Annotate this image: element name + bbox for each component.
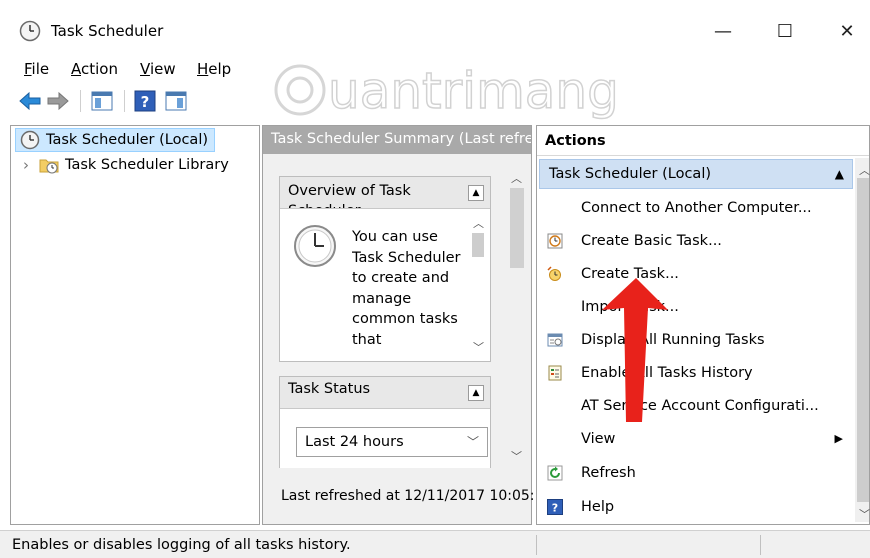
help-icon: ? [547,499,563,515]
status-divider [760,535,761,555]
scroll-down-arrow-icon[interactable]: ﹀ [859,506,870,522]
menu-action[interactable]: Action [71,60,118,78]
actions-header: Actions [537,126,869,156]
actions-scrollbar-thumb[interactable] [857,178,869,502]
overview-section-header[interactable]: Overview of Task Scheduler [280,177,490,209]
clock-icon [294,225,336,267]
tree-item-task-scheduler-local[interactable]: Task Scheduler (Local) [15,128,215,152]
action-connect-to-another-computer[interactable]: Connect to Another Computer... [537,193,853,223]
maximize-button[interactable]: ☐ [762,12,808,52]
scroll-up-arrow-icon[interactable]: ︿ [511,170,522,186]
action-create-task[interactable]: Create Task... [537,259,853,289]
actions-group-label: Task Scheduler (Local) [549,166,711,182]
running-tasks-icon [547,333,563,347]
scroll-up-arrow-icon[interactable]: ︿ [859,162,870,178]
watermark-logo: uantrimang [274,61,620,120]
red-annotation-arrow-icon [602,278,668,422]
task-status-section: Task Status ▲ Last 24 hours ﹀ [279,376,491,468]
refresh-icon [547,465,563,481]
action-display-all-running-tasks[interactable]: Display All Running Tasks [537,325,853,355]
task-status-section-header[interactable]: Task Status [280,377,490,409]
action-view[interactable]: View ▶ [537,424,853,454]
action-import-task[interactable]: Import Task... [537,292,853,322]
status-bar: Enables or disables logging of all tasks… [0,530,870,558]
console-tree-pane: Task Scheduler (Local) › Task Scheduler … [10,125,260,525]
menu-help[interactable]: Help [197,60,231,78]
scroll-up-arrow-icon[interactable]: ︿ [473,215,484,231]
action-refresh[interactable]: Refresh [537,458,853,488]
action-help[interactable]: ? Help [537,492,853,522]
tree-item-task-scheduler-library[interactable]: › Task Scheduler Library [23,153,229,177]
tree-item-label: Task Scheduler Library [65,157,229,173]
menu-file[interactable]: File [24,60,49,78]
scroll-down-arrow-icon[interactable]: ﹀ [511,448,522,464]
menu-view[interactable]: View [140,60,176,78]
time-range-dropdown[interactable]: Last 24 hours ﹀ [296,427,488,457]
toolbar-separator [124,90,125,112]
toolbar-separator [80,90,81,112]
back-arrow-icon[interactable] [18,90,42,112]
close-button[interactable]: ✕ [824,12,870,52]
show-hide-console-tree-icon[interactable] [90,90,114,112]
create-basic-task-icon [547,233,563,249]
clock-icon [20,130,40,150]
overview-title: Overview of Task Scheduler [288,183,411,208]
watermark-text: uantrimang [328,62,619,120]
svg-text:?: ? [552,502,558,515]
chevron-down-icon: ﹀ [466,435,479,449]
tree-item-label: Task Scheduler (Local) [46,132,208,148]
summary-pane: Task Scheduler Summary (Last refreshed: … [262,125,535,525]
tasks-history-icon [548,365,562,381]
task-status-title: Task Status [288,381,371,397]
action-enable-all-tasks-history[interactable]: Enable All Tasks History [537,358,853,388]
create-task-icon [547,266,561,281]
show-hide-action-pane-icon[interactable] [164,90,188,112]
overview-section: Overview of Task Scheduler ▲ You can use… [279,176,491,362]
actions-group-task-scheduler-local[interactable]: Task Scheduler (Local) ▲ [539,159,853,189]
clock-icon [19,20,41,42]
action-create-basic-task[interactable]: Create Basic Task... [537,226,853,256]
overview-collapse-button[interactable]: ▲ [468,185,484,201]
folder-clock-icon [39,159,59,174]
help-icon[interactable]: ? [134,90,156,112]
submenu-arrow-icon: ▶ [834,432,843,445]
window-title: Task Scheduler [51,22,164,40]
summary-header: Task Scheduler Summary (Last refreshed: … [263,126,531,154]
expand-chevron-icon[interactable]: › [23,156,29,174]
summary-scrollbar-thumb[interactable] [510,188,524,268]
scroll-down-arrow-icon[interactable]: ﹀ [473,339,484,355]
forward-arrow-icon[interactable] [46,90,70,112]
overview-description: You can use Task Scheduler to create and… [352,229,461,348]
title-bar: Task Scheduler — ☐ ✕ [0,0,870,56]
last-refreshed-text: Last refreshed at 12/11/2017 10:05: [281,488,535,504]
minimize-button[interactable]: — [700,12,746,52]
actions-pane: Actions Task Scheduler (Local) ▲ Connect… [536,125,870,525]
overview-scrollbar-thumb[interactable] [472,233,484,257]
status-text: Enables or disables logging of all tasks… [12,537,351,553]
action-at-service-account-configuration[interactable]: AT Service Account Configurati... [537,391,853,421]
dropdown-value: Last 24 hours [305,434,404,450]
task-status-collapse-button[interactable]: ▲ [468,385,484,401]
svg-text:?: ? [141,93,150,111]
collapse-triangle-icon[interactable]: ▲ [835,160,844,188]
status-divider [536,535,537,555]
